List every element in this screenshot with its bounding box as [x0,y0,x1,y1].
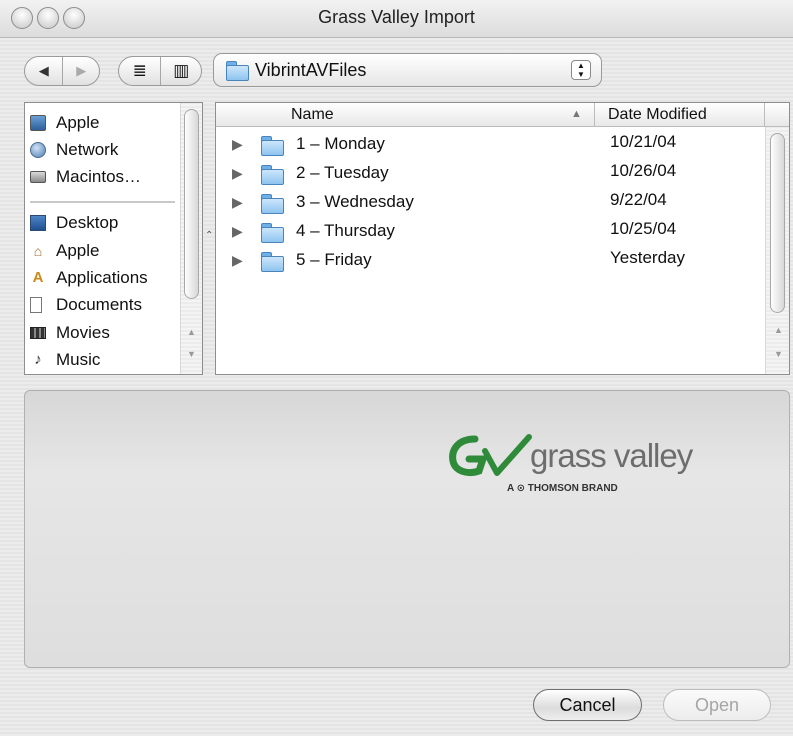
scroll-down-arrow-icon[interactable]: ▼ [181,349,202,359]
imac-icon [30,115,46,131]
sidebar-item-applications[interactable]: A Applications [30,266,148,290]
sidebar-item-network[interactable]: Network [30,138,118,162]
sidebar-scroll-thumb[interactable] [184,109,199,299]
location-label: VibrintAVFiles [255,59,367,80]
sidebar: Apple Network Macintos… Desktop ⌂ Apple … [24,102,203,375]
column-view-button[interactable]: ▥ [160,57,201,85]
disclosure-triangle-icon[interactable]: ▶ [232,223,243,240]
table-row[interactable]: ▶ 2 – Tuesday 10/26/04 [216,160,766,189]
folder-icon [261,223,284,243]
scroll-up-arrow-icon[interactable]: ▲ [181,327,202,337]
file-date: 10/21/04 [610,132,677,151]
disclosure-triangle-icon[interactable]: ▶ [232,136,243,153]
sidebar-item-label: Network [56,140,119,159]
file-name: 1 – Monday [296,134,385,153]
sidebar-item-documents[interactable]: Documents [30,293,142,317]
globe-icon [30,142,46,158]
film-icon [30,327,46,339]
sidebar-item-label: Desktop [56,213,119,232]
import-dialog-window: Grass Valley Import ◀ ▶ ≣ ▥ VibrintAVFil… [0,0,793,736]
sidebar-item-home[interactable]: ⌂ Apple [30,239,100,263]
list-view-icon: ≣ [132,61,147,80]
sidebar-item-label: Macintos… [56,167,142,186]
document-icon [30,297,42,313]
disclosure-triangle-icon[interactable]: ▶ [232,194,243,211]
window-title: Grass Valley Import [318,7,475,27]
folder-icon [261,194,284,214]
open-button[interactable]: Open [663,689,771,721]
name-column-header[interactable]: Name [291,106,334,124]
sidebar-divider [30,201,175,203]
file-browser-scroll-thumb[interactable] [770,133,785,313]
grass-valley-logo-mark-icon [449,434,532,477]
column-header: Name ▲ Date Modified [216,103,789,127]
file-name: 2 – Tuesday [296,163,389,182]
desktop-icon [30,215,46,231]
date-modified-column-header[interactable]: Date Modified [608,106,707,124]
sidebar-item-label: Music [56,350,101,369]
logo-tagline: A ⊙ THOMSON BRAND [507,483,618,494]
applications-icon: A [32,269,44,286]
sort-ascending-icon: ▲ [571,108,582,120]
back-arrow-icon: ◀ [38,63,49,78]
title-bar[interactable]: Grass Valley Import [0,0,793,38]
sidebar-item-label: Apple [56,241,100,260]
sidebar-item-apple-computer[interactable]: Apple [30,111,99,135]
music-note-icon: ♪ [34,351,42,368]
file-name: 3 – Wednesday [296,192,414,211]
sidebar-item-label: Movies [56,323,110,342]
folder-icon [261,165,284,185]
folder-icon [226,61,249,81]
table-row[interactable]: ▶ 1 – Monday 10/21/04 [216,131,766,160]
table-row[interactable]: ▶ 3 – Wednesday 9/22/04 [216,189,766,218]
sidebar-item-movies[interactable]: Movies [30,321,110,345]
file-name: 4 – Thursday [296,221,395,240]
file-date: Yesterday [610,248,685,267]
sidebar-item-label: Documents [56,295,142,314]
file-browser-scrollbar[interactable]: ▲ ▼ [765,127,789,374]
sidebar-item-music[interactable]: ♪ Music [30,348,100,372]
home-icon: ⌂ [33,243,43,259]
sidebar-item-desktop[interactable]: Desktop [30,211,118,235]
table-row[interactable]: ▶ 5 – Friday Yesterday [216,247,766,276]
pane-splitter-handle[interactable]: ⌃ [205,230,213,241]
sidebar-item-label: Applications [56,268,148,287]
cancel-button[interactable]: Cancel [533,689,642,721]
grass-valley-logo: grass valley A ⊙ THOMSON BRAND [445,431,705,501]
file-date: 10/26/04 [610,161,677,180]
preview-pane: grass valley A ⊙ THOMSON BRAND [24,390,790,668]
file-date: 9/22/04 [610,190,667,209]
scroll-up-arrow-icon[interactable]: ▲ [768,325,789,335]
folder-icon [261,136,284,156]
back-forward-control: ◀ ▶ [24,56,100,86]
view-mode-control: ≣ ▥ [118,56,202,86]
folder-icon [261,252,284,272]
disclosure-triangle-icon[interactable]: ▶ [232,165,243,182]
sidebar-item-label: Apple [56,113,100,132]
hard-drive-icon [30,171,46,183]
disclosure-triangle-icon[interactable]: ▶ [232,252,243,269]
file-browser: Name ▲ Date Modified ▶ 1 – Monday 10/21/… [215,102,790,375]
list-view-button[interactable]: ≣ [119,57,160,85]
popup-arrows-icon: ▲ ▼ [571,60,591,80]
file-name: 5 – Friday [296,250,372,269]
column-view-icon: ▥ [173,61,190,80]
forward-arrow-icon: ▶ [76,63,87,78]
sidebar-item-macintosh-hd[interactable]: Macintos… [30,165,141,189]
file-date: 10/25/04 [610,219,677,238]
table-row[interactable]: ▶ 4 – Thursday 10/25/04 [216,218,766,247]
back-button[interactable]: ◀ [25,57,62,85]
forward-button[interactable]: ▶ [62,57,99,85]
scroll-down-arrow-icon[interactable]: ▼ [768,349,789,359]
logo-wordmark: grass valley [530,437,693,474]
sidebar-scrollbar[interactable]: ▲ ▼ [180,103,202,374]
location-popup[interactable]: VibrintAVFiles ▲ ▼ [213,53,602,87]
